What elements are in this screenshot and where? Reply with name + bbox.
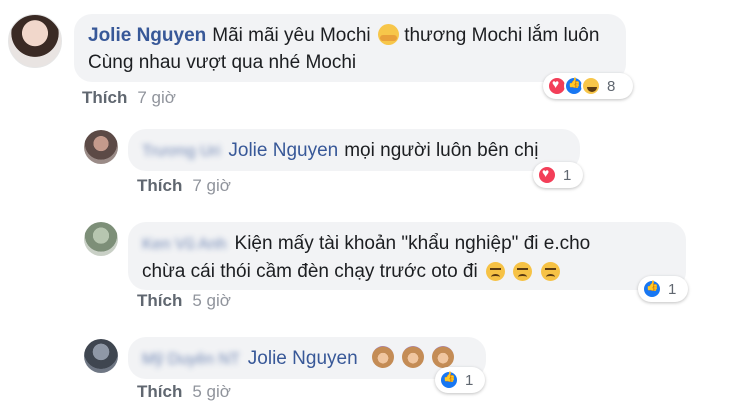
reaction-count: 1 (668, 280, 677, 298)
reply-author-blurred[interactable]: Ken Vũ Anh (142, 231, 227, 258)
reply-author-blurred[interactable]: Mỹ Duyên NT (142, 346, 240, 373)
reply-text: mọi người luôn bên chị (344, 140, 539, 161)
like-link[interactable]: Thích (137, 176, 182, 195)
haha-icon (581, 76, 601, 96)
reply-line: chừa cái thói cầm đèn chạy trước oto đi (142, 258, 672, 285)
reply-time[interactable]: 5 giờ (192, 382, 231, 401)
reaction-summary[interactable]: 1 (435, 367, 485, 393)
like-link[interactable]: Thích (137, 291, 182, 310)
comment-time[interactable]: 7 giờ (137, 88, 176, 107)
reaction-count: 1 (465, 371, 474, 389)
avatar[interactable] (84, 222, 118, 256)
reply-actions: Thích 5 giờ (137, 291, 231, 311)
comment-text: thương Mochi lắm luôn (404, 25, 600, 46)
reply-actions: Thích 7 giờ (137, 176, 231, 196)
reaction-summary[interactable]: 1 (533, 162, 583, 188)
reply-bubble: Ken Vũ Anh Kiện mấy tài khoản "khẩu nghiệ… (128, 222, 686, 290)
comment-actions: Thích 7 giờ (82, 88, 176, 108)
avatar-jolie-nguyen[interactable] (8, 14, 62, 68)
reply-author-blurred[interactable]: Trương Uri (142, 138, 220, 165)
woman-gesturing-emoji-icon (402, 346, 425, 368)
angry-face-emoji-icon (513, 262, 533, 281)
reply-time[interactable]: 7 giờ (192, 176, 231, 195)
angry-face-emoji-icon (540, 262, 560, 281)
reply-time[interactable]: 5 giờ (192, 291, 231, 310)
mention-tag[interactable]: Jolie Nguyen (248, 348, 358, 369)
like-icon (642, 279, 662, 299)
reply-text: Kiện mấy tài khoản "khẩu nghiệp" đi e.ch… (234, 233, 591, 254)
comment-text: Mãi mãi yêu Mochi (212, 25, 371, 46)
avatar[interactable] (84, 339, 118, 373)
woman-gesturing-emoji-icon (371, 346, 394, 368)
angry-face-emoji-icon (486, 262, 506, 281)
reply-text: chừa cái thói cầm đèn chạy trước oto đi (142, 261, 478, 282)
reaction-summary[interactable]: 1 (638, 276, 688, 302)
comment-author[interactable]: Jolie Nguyen (88, 25, 206, 46)
reply-line: Ken Vũ Anh Kiện mấy tài khoản "khẩu nghiệ… (142, 230, 672, 258)
like-link[interactable]: Thích (82, 88, 127, 107)
reaction-count: 8 (607, 77, 616, 95)
reply-bubble: Trương Uri Jolie Nguyen mọi người luôn bên… (128, 129, 580, 171)
mention-tag[interactable]: Jolie Nguyen (228, 140, 338, 161)
reaction-summary[interactable]: 8 (543, 73, 633, 99)
heart-icon (537, 165, 557, 185)
reaction-count: 1 (563, 166, 572, 184)
comment-line: Cùng nhau vượt qua nhé Mochi (88, 52, 357, 73)
like-link[interactable]: Thích (137, 382, 182, 401)
avatar[interactable] (84, 130, 118, 164)
smiling-hearts-emoji-icon (377, 24, 399, 45)
reply-actions: Thích 5 giờ (137, 382, 231, 402)
like-icon (439, 370, 459, 390)
comment-line: Jolie Nguyen Mãi mãi yêu Mochi thương Moc… (88, 22, 612, 49)
woman-gesturing-emoji-icon (432, 346, 455, 368)
comment-bubble: Jolie Nguyen Mãi mãi yêu Mochi thương Moc… (74, 14, 626, 82)
reply-bubble: Mỹ Duyên NT Jolie Nguyen (128, 337, 486, 379)
